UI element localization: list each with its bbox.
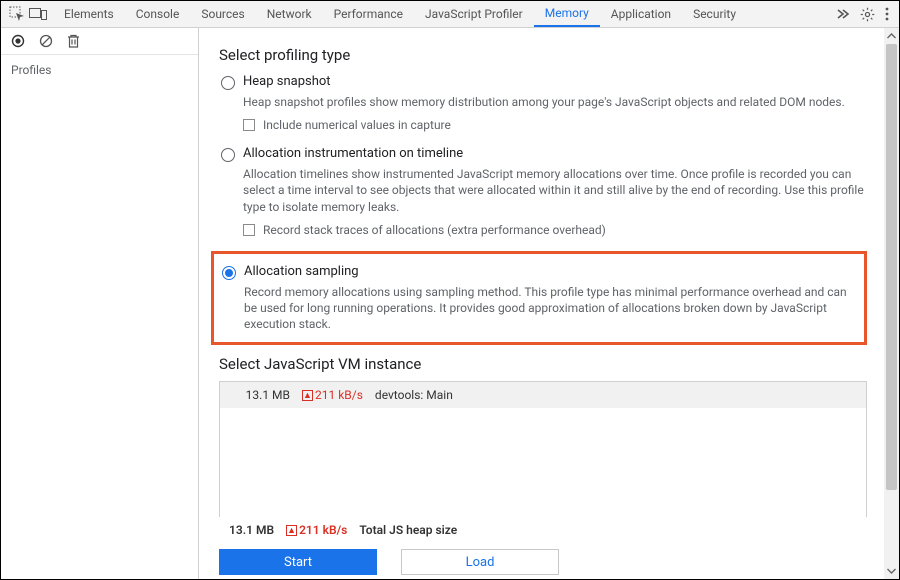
trend-up-icon: ▲ <box>286 525 297 536</box>
footer-heap-size: 13.1 MB <box>229 523 274 537</box>
load-button[interactable]: Load <box>401 549 559 575</box>
trend-up-icon: ▲ <box>302 390 313 401</box>
tab-security[interactable]: Security <box>682 1 747 27</box>
tab-console[interactable]: Console <box>125 1 191 27</box>
settings-gear-icon[interactable] <box>860 7 875 22</box>
panel-tabs: Elements Console Sources Network Perform… <box>53 1 747 27</box>
allocation-timeline-description: Allocation timelines show instrumented J… <box>243 166 867 215</box>
vm-memory-delta: ▲ 211 kB/s <box>302 388 363 402</box>
footer-heap-delta: ▲ 211 kB/s <box>286 523 347 537</box>
radio-allocation-sampling[interactable] <box>222 266 236 280</box>
memory-panel: Select profiling type Heap snapshot Heap… <box>199 28 899 579</box>
inspect-element-icon[interactable] <box>9 6 25 22</box>
tab-network[interactable]: Network <box>256 1 323 27</box>
delete-icon[interactable] <box>67 34 80 48</box>
vm-memory-size: 13.1 MB <box>230 388 290 402</box>
option-allocation-timeline: Allocation instrumentation on timeline A… <box>219 146 867 237</box>
option-allocation-sampling: Allocation sampling Record memory alloca… <box>220 264 856 333</box>
kebab-menu-icon[interactable] <box>885 7 889 21</box>
tab-elements[interactable]: Elements <box>53 1 125 27</box>
tab-performance[interactable]: Performance <box>323 1 414 27</box>
scroll-thumb[interactable] <box>886 44 897 490</box>
allocation-sampling-label[interactable]: Allocation sampling <box>244 264 359 279</box>
footer-heap-label: Total JS heap size <box>359 523 457 537</box>
scroll-up-icon[interactable] <box>884 28 899 44</box>
option-heap-snapshot: Heap snapshot Heap snapshot profiles sho… <box>219 74 867 132</box>
select-vm-instance-title: Select JavaScript VM instance <box>219 355 867 373</box>
checkbox-include-numerical[interactable] <box>243 119 255 131</box>
highlighted-selection: Allocation sampling Record memory alloca… <box>211 251 867 346</box>
devtools-tabbar: Elements Console Sources Network Perform… <box>1 1 899 28</box>
tab-application[interactable]: Application <box>600 1 682 27</box>
vm-instance-list[interactable]: 13.1 MB ▲ 211 kB/s devtools: Main <box>219 381 867 521</box>
tab-javascript-profiler[interactable]: JavaScript Profiler <box>414 1 534 27</box>
start-button[interactable]: Start <box>219 549 377 575</box>
record-icon[interactable] <box>11 34 25 48</box>
memory-footer: 13.1 MB ▲ 211 kB/s Total JS heap size St… <box>199 517 899 579</box>
select-profiling-type-title: Select profiling type <box>219 46 867 64</box>
record-stack-traces-label[interactable]: Record stack traces of allocations (extr… <box>263 223 606 237</box>
radio-heap-snapshot[interactable] <box>221 76 235 90</box>
include-numerical-label[interactable]: Include numerical values in capture <box>263 118 451 132</box>
scroll-track[interactable] <box>884 44 899 563</box>
scroll-down-icon[interactable] <box>884 563 899 579</box>
profiles-sidebar: Profiles <box>1 28 199 579</box>
vm-instance-row[interactable]: 13.1 MB ▲ 211 kB/s devtools: Main <box>220 382 866 408</box>
tab-memory[interactable]: Memory <box>534 1 600 27</box>
clear-icon[interactable] <box>39 34 53 48</box>
sidebar-section-profiles: Profiles <box>1 55 198 85</box>
allocation-sampling-description: Record memory allocations using sampling… <box>244 284 856 333</box>
tab-sources[interactable]: Sources <box>190 1 255 27</box>
vm-instance-name: devtools: Main <box>375 388 453 402</box>
radio-allocation-timeline[interactable] <box>221 148 235 162</box>
checkbox-record-stack-traces[interactable] <box>243 224 255 236</box>
more-tabs-icon[interactable] <box>836 8 850 20</box>
vertical-scrollbar[interactable] <box>884 28 899 579</box>
device-toolbar-icon[interactable] <box>29 7 47 21</box>
allocation-timeline-label[interactable]: Allocation instrumentation on timeline <box>243 146 463 161</box>
heap-snapshot-description: Heap snapshot profiles show memory distr… <box>243 94 867 110</box>
heap-snapshot-label[interactable]: Heap snapshot <box>243 74 331 89</box>
